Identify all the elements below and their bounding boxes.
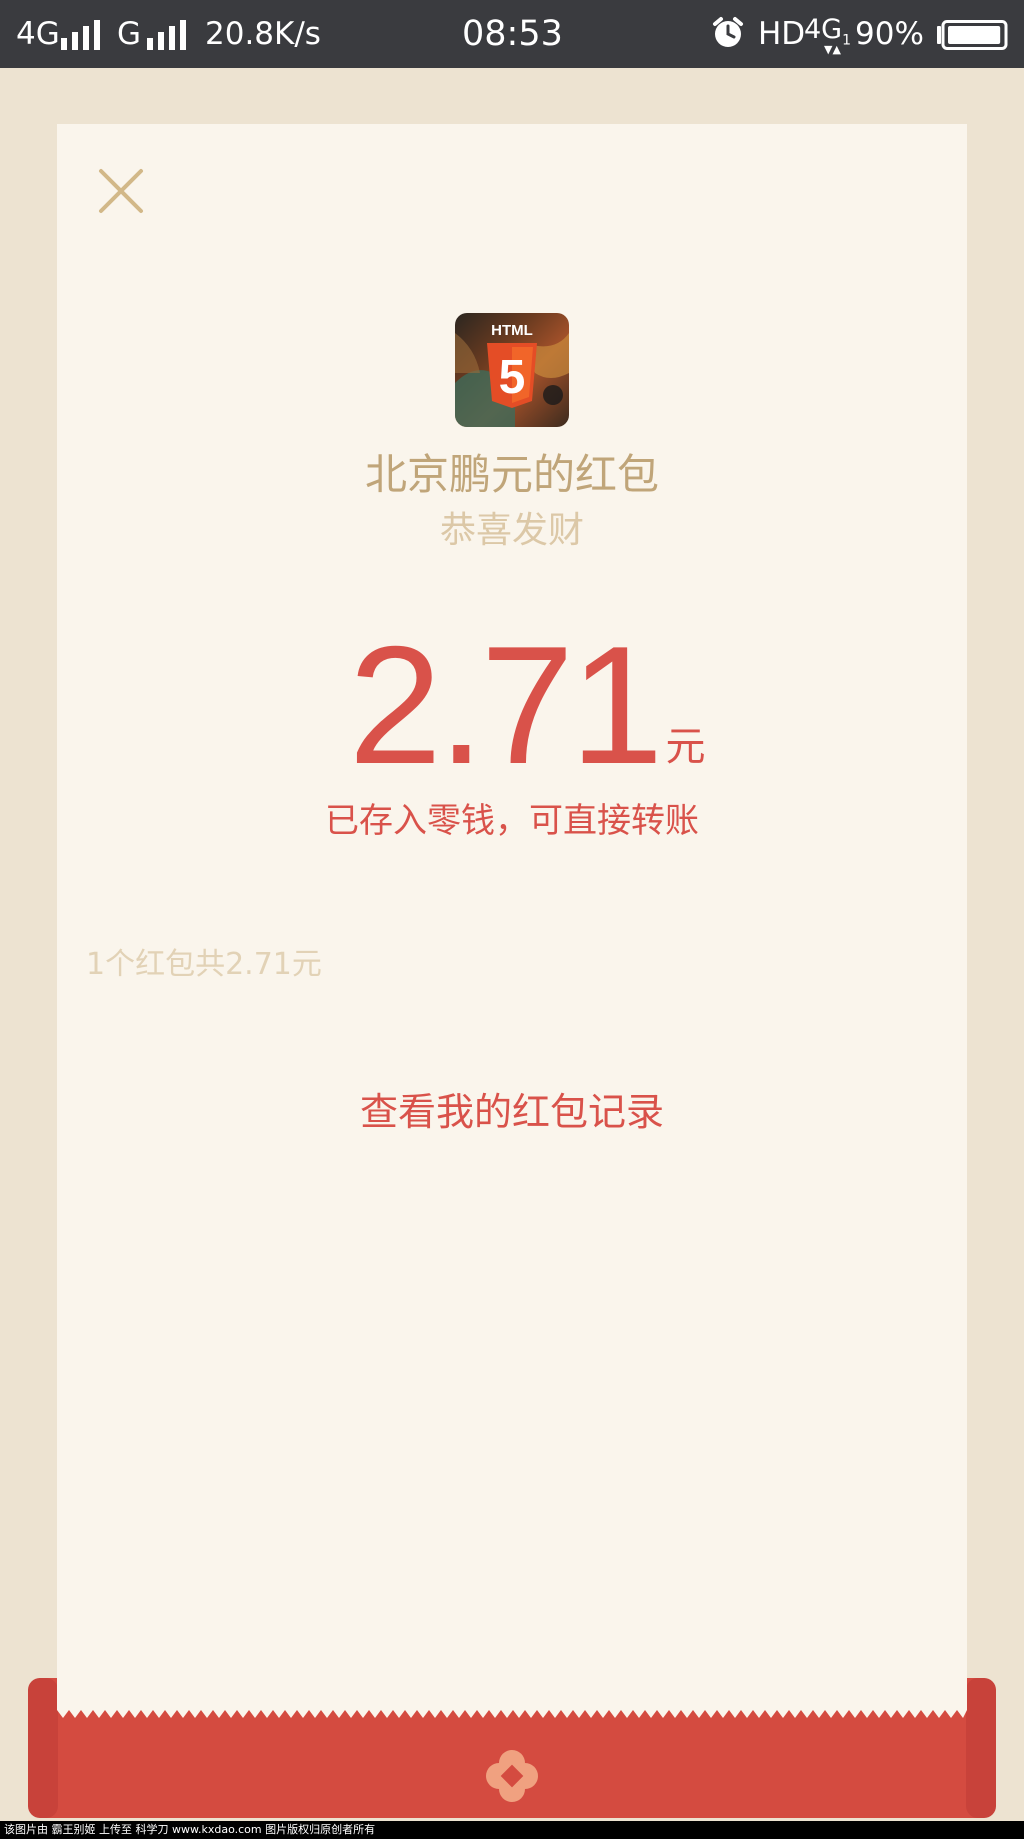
sender-avatar[interactable]: HTML 5 xyxy=(455,313,569,427)
watermark-bar: 该图片由 霸王别姬 上传至 科学刀 www.kxdao.com 图片版权归原创者… xyxy=(0,1821,1024,1839)
network-right-text: 4G xyxy=(804,14,843,45)
amount-row: 2.71 元 xyxy=(0,620,1024,790)
data-arrows-icon: ▼▲ xyxy=(824,43,841,56)
packet-summary: 1个红包共2.71元 xyxy=(86,947,322,982)
battery-percent: 90% xyxy=(855,16,924,52)
view-records-link[interactable]: 查看我的红包记录 xyxy=(0,1086,1024,1138)
blessing-message: 恭喜发财 xyxy=(439,510,584,551)
battery-icon xyxy=(937,20,1008,50)
status-time: 08:53 xyxy=(462,14,563,54)
signal-icon xyxy=(147,18,187,50)
deposit-note: 已存入零钱，可直接转账 xyxy=(325,801,699,841)
avatar-digit: 5 xyxy=(499,351,526,404)
html5-avatar-icon: HTML 5 xyxy=(455,313,569,427)
hd-label: HD xyxy=(758,16,806,52)
red-envelope-emblem-icon[interactable] xyxy=(482,1746,542,1806)
network-right-sub: 1 xyxy=(842,32,852,49)
signal-icon xyxy=(61,18,101,50)
status-bar: 4G G 20.8K/s 08:53 HD 4G1 ▼▲ 90% xyxy=(0,0,1024,68)
network-speed: 20.8K/s xyxy=(205,16,321,52)
alarm-clock-icon xyxy=(713,17,743,47)
network-type-label-2: G xyxy=(117,16,142,52)
network-type-label: 4G xyxy=(16,16,60,52)
amount-unit: 元 xyxy=(665,724,706,770)
sender-title: 北京鹏元的红包 xyxy=(364,450,659,499)
close-icon[interactable] xyxy=(96,166,146,216)
amount-value: 2.71 xyxy=(348,611,664,799)
avatar-html-text: HTML xyxy=(491,322,533,339)
